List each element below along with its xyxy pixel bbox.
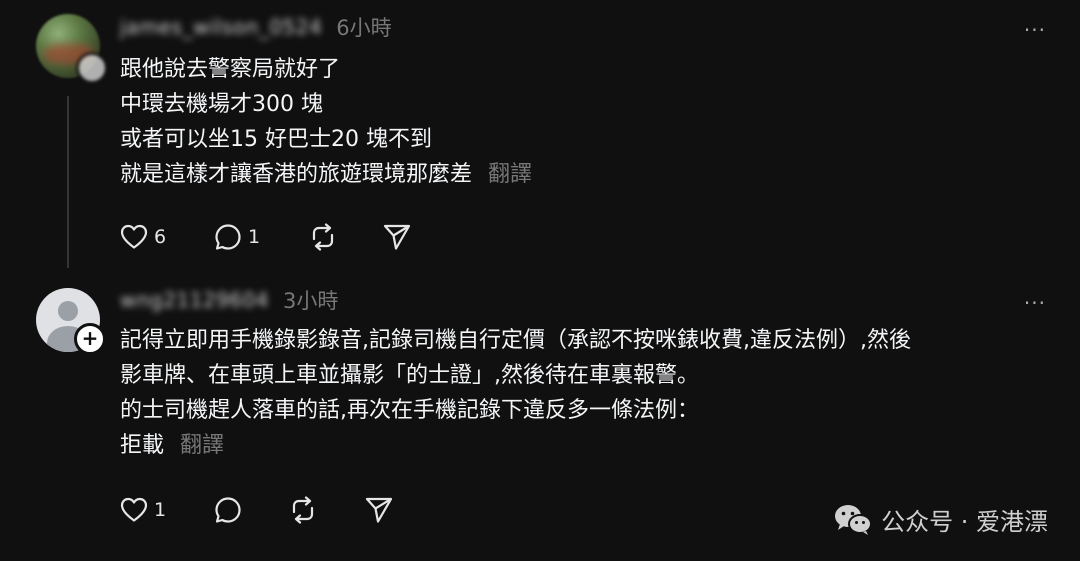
comment-icon xyxy=(215,224,241,250)
plus-icon[interactable]: + xyxy=(74,323,106,355)
post-line: 就是這樣才讓香港的旅遊環境那麼差 xyxy=(120,162,473,187)
post-header: wng21129604 3小時 xyxy=(120,285,338,315)
repost-icon xyxy=(292,496,314,524)
comment-button[interactable]: 1 xyxy=(214,219,308,255)
repost-button[interactable] xyxy=(308,219,382,255)
post-line: 跟他說去警察局就好了 xyxy=(120,57,341,82)
watermark: 公众号 · 爱港漂 xyxy=(833,502,1048,537)
avatar-head-shape xyxy=(58,301,78,321)
like-count: 1 xyxy=(154,499,167,521)
action-bar: 1 xyxy=(120,492,394,528)
post-line: 中環去機場才300 塊 xyxy=(120,92,323,117)
plus-icon[interactable] xyxy=(76,52,108,84)
heart-icon xyxy=(120,224,148,249)
more-options-button[interactable]: ··· xyxy=(1024,20,1046,40)
wechat-icon xyxy=(835,504,873,535)
comment-count: 1 xyxy=(248,226,261,248)
comment-button[interactable] xyxy=(214,492,288,528)
post-time: 6小時 xyxy=(336,16,392,40)
heart-icon xyxy=(120,497,148,522)
share-button[interactable] xyxy=(364,492,394,528)
repost-icon xyxy=(312,223,334,251)
thread-connector-line xyxy=(67,96,69,268)
post-line: 拒載 xyxy=(120,433,165,458)
share-button[interactable] xyxy=(382,219,412,255)
username[interactable]: james_wilson_0524 xyxy=(120,15,322,39)
watermark-text: 公众号 · 爱港漂 xyxy=(881,508,1048,536)
share-icon xyxy=(365,497,393,523)
translate-link[interactable]: 翻譯 xyxy=(488,162,532,187)
post-content: 跟他說去警察局就好了 中環去機場才300 塊 或者可以坐15 好巴士20 塊不到… xyxy=(120,52,532,192)
more-options-button[interactable]: ··· xyxy=(1024,293,1046,313)
post-line: 記得立即用手機錄影錄音,記錄司機自行定價（承認不按咪錶收費,違反法例）,然後 xyxy=(120,328,911,353)
post-line-last: 拒載 翻譯 xyxy=(120,428,911,463)
like-button[interactable]: 6 xyxy=(120,219,214,255)
post-line: 影車牌、在車頭上車並攝影「的士證」,然後待在車裏報警。 xyxy=(120,363,699,388)
post-content: 記得立即用手機錄影錄音,記錄司機自行定價（承認不按咪錶收費,違反法例）,然後 影… xyxy=(120,323,911,463)
thread-post: james_wilson_0524 6小時 ··· 跟他說去警察局就好了 中環去… xyxy=(0,0,1080,275)
post-header: james_wilson_0524 6小時 xyxy=(120,12,392,42)
like-button[interactable]: 1 xyxy=(120,492,214,528)
post-line: 或者可以坐15 好巴士20 塊不到 xyxy=(120,127,432,152)
share-icon xyxy=(383,224,411,250)
post-time: 3小時 xyxy=(283,289,339,313)
username[interactable]: wng21129604 xyxy=(120,288,269,312)
post-line: 的士司機趕人落車的話,再次在手機記錄下違反多一條法例： xyxy=(120,398,699,423)
like-count: 6 xyxy=(154,226,167,248)
comment-icon xyxy=(215,497,241,523)
action-bar: 6 1 xyxy=(120,219,412,255)
repost-button[interactable] xyxy=(288,492,364,528)
post-line-last: 就是這樣才讓香港的旅遊環境那麼差 翻譯 xyxy=(120,157,532,192)
translate-link[interactable]: 翻譯 xyxy=(180,433,224,458)
